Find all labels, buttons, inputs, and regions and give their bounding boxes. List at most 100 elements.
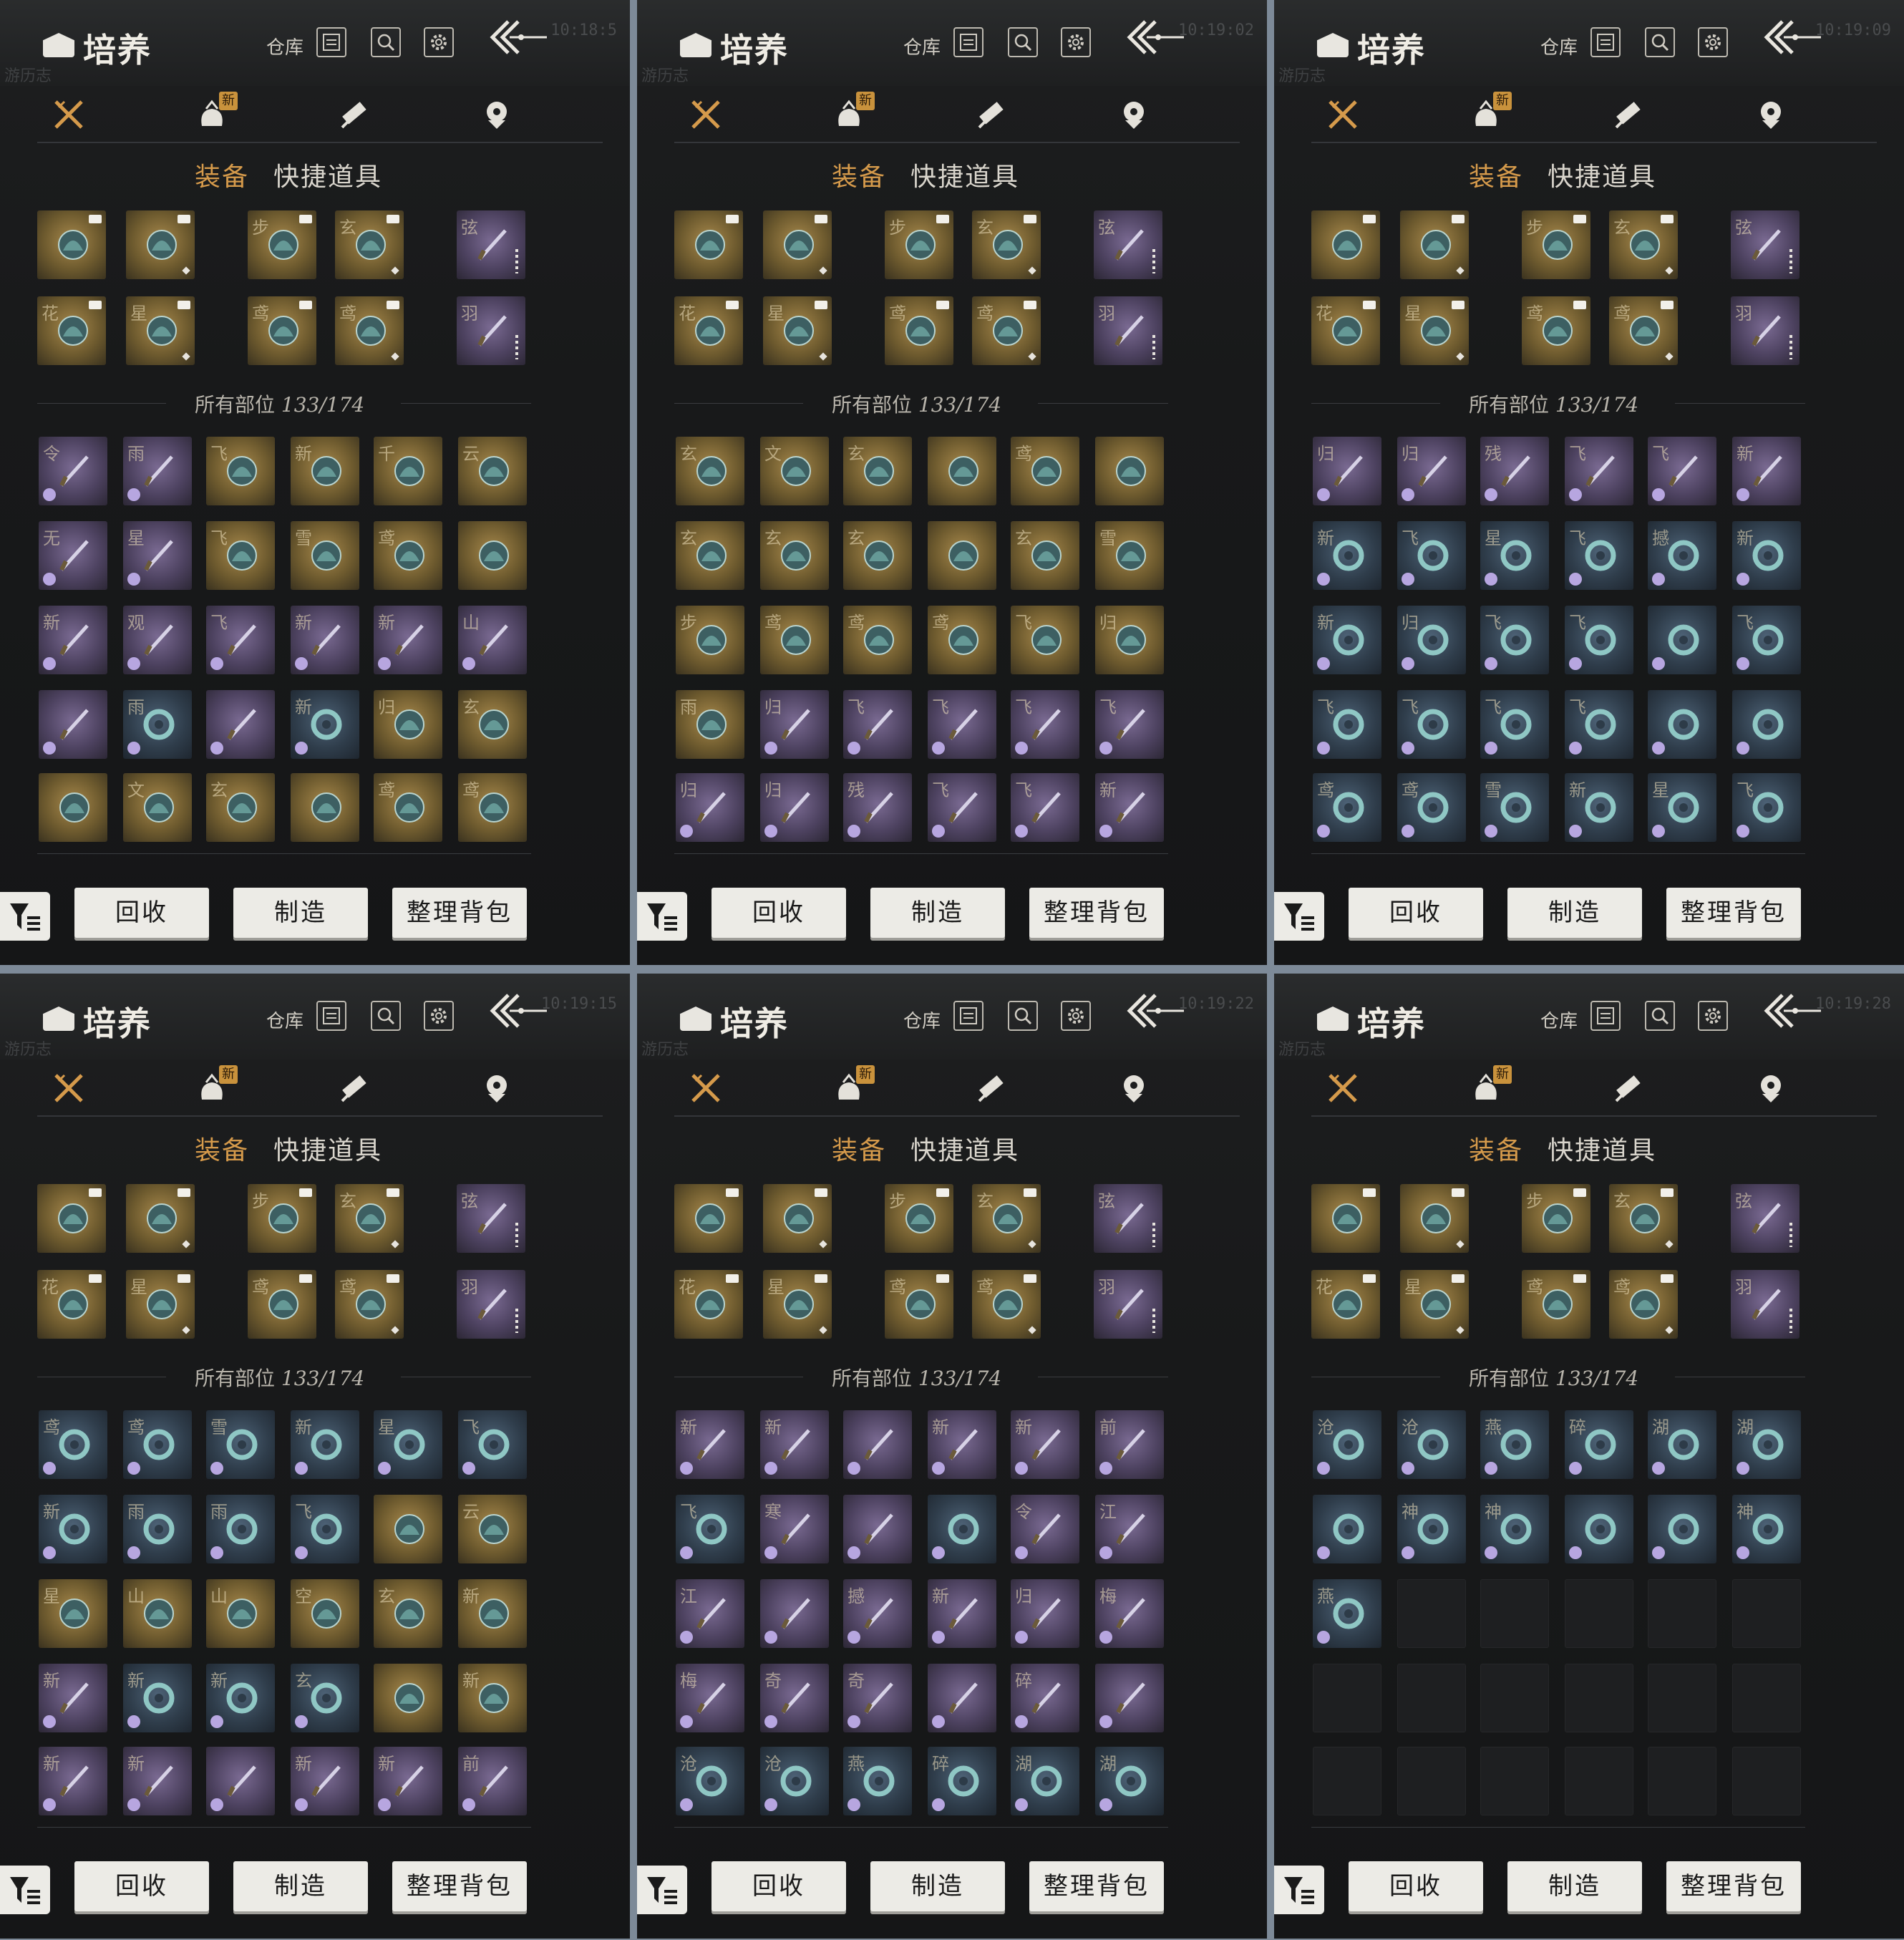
scroll-tab-icon[interactable] xyxy=(969,92,1012,137)
inventory-slot[interactable]: 飞 xyxy=(1397,521,1466,590)
inventory-slot[interactable]: 星 xyxy=(39,1579,107,1648)
inventory-slot[interactable]: 新 xyxy=(39,606,107,674)
equipped-slot[interactable]: 玄 xyxy=(972,210,1041,279)
inventory-slot[interactable]: 鸢 xyxy=(39,1410,107,1479)
inventory-slot[interactable]: 沧 xyxy=(676,1747,744,1815)
recycle-button[interactable]: 回收 xyxy=(711,888,846,938)
inventory-slot[interactable] xyxy=(39,773,107,842)
inventory-slot[interactable]: 新 xyxy=(458,1579,527,1648)
inventory-slot[interactable]: 观 xyxy=(123,606,192,674)
inventory-slot[interactable] xyxy=(1732,690,1801,759)
tab-quick-items[interactable]: 快捷道具 xyxy=(273,156,382,193)
inventory-slot[interactable]: 玄 xyxy=(206,773,275,842)
inventory-slot[interactable] xyxy=(1648,1495,1716,1563)
equipped-slot[interactable]: 步 xyxy=(885,210,953,279)
inventory-slot[interactable]: 残 xyxy=(1480,437,1549,505)
bag-tab-icon[interactable]: 新 xyxy=(190,1065,238,1111)
inventory-slot[interactable]: 新 xyxy=(291,690,359,759)
inventory-slot[interactable]: 江 xyxy=(676,1579,744,1648)
inventory-slot[interactable]: 雪 xyxy=(291,521,359,590)
equipped-slot[interactable]: 弦 xyxy=(1094,1184,1162,1253)
sort-bag-button[interactable]: 整理背包 xyxy=(1666,1861,1801,1911)
inventory-slot[interactable]: 沧 xyxy=(1397,1410,1466,1479)
scroll-tab-icon[interactable] xyxy=(969,1065,1012,1111)
equipped-slot[interactable]: 星 xyxy=(126,296,195,365)
weapon-tab-icon[interactable] xyxy=(1321,92,1364,137)
inventory-slot[interactable]: 归 xyxy=(1397,606,1466,674)
inventory-slot[interactable]: 碎 xyxy=(928,1747,996,1815)
token-tab-icon[interactable] xyxy=(1112,92,1155,137)
inventory-slot[interactable]: 飞 xyxy=(843,690,912,759)
settings-icon[interactable] xyxy=(1698,1001,1728,1031)
inventory-slot[interactable]: 飞 xyxy=(1732,773,1801,842)
inventory-slot[interactable]: 步 xyxy=(676,606,744,674)
equipped-slot[interactable]: 玄 xyxy=(1609,1184,1678,1253)
inventory-slot[interactable]: 新 xyxy=(39,1495,107,1563)
inventory-slot[interactable]: 飞 xyxy=(928,690,996,759)
inventory-slot[interactable]: 雨 xyxy=(206,1495,275,1563)
equipped-slot[interactable]: 鸢 xyxy=(248,1270,316,1339)
back-icon[interactable] xyxy=(1761,17,1822,63)
inventory-slot[interactable]: 玄 xyxy=(374,1579,442,1648)
inventory-slot[interactable]: 文 xyxy=(760,437,829,505)
equipped-slot[interactable]: 花 xyxy=(1311,296,1380,365)
equipped-slot[interactable]: 步 xyxy=(1522,1184,1590,1253)
scroll-tab-icon[interactable] xyxy=(332,92,375,137)
warehouse-label[interactable]: 仓库 xyxy=(1540,1007,1578,1033)
inventory-slot[interactable]: 新 xyxy=(39,1747,107,1815)
inventory-slot[interactable]: 飞 xyxy=(458,1410,527,1479)
inventory-slot[interactable] xyxy=(39,690,107,759)
equipped-slot[interactable]: 鸢 xyxy=(1609,296,1678,365)
inventory-slot[interactable]: 飞 xyxy=(1011,690,1079,759)
inventory-slot[interactable]: 星 xyxy=(1480,521,1549,590)
inventory-slot[interactable]: 碎 xyxy=(1011,1664,1079,1732)
equipped-slot[interactable]: 鸢 xyxy=(1609,1270,1678,1339)
inventory-slot[interactable] xyxy=(928,521,996,590)
craft-button[interactable]: 制造 xyxy=(1507,888,1642,938)
inventory-slot[interactable]: 湖 xyxy=(1095,1747,1164,1815)
inventory-slot[interactable]: 令 xyxy=(1011,1495,1079,1563)
search-icon[interactable] xyxy=(371,27,401,57)
equipped-slot[interactable]: 玄 xyxy=(972,1184,1041,1253)
equipped-slot[interactable]: 弦 xyxy=(1731,1184,1799,1253)
bag-tab-icon[interactable]: 新 xyxy=(190,92,238,137)
inventory-slot[interactable]: 山 xyxy=(458,606,527,674)
token-tab-icon[interactable] xyxy=(475,1065,518,1111)
inventory-slot[interactable]: 文 xyxy=(123,773,192,842)
inventory-slot[interactable]: 飞 xyxy=(1732,606,1801,674)
inventory-slot[interactable]: 前 xyxy=(1095,1410,1164,1479)
inventory-slot[interactable]: 燕 xyxy=(1313,1579,1381,1648)
equipped-slot[interactable]: 鸢 xyxy=(1522,296,1590,365)
equipped-slot[interactable]: 星 xyxy=(1400,296,1469,365)
equipped-slot[interactable] xyxy=(1311,1184,1380,1253)
bag-tab-icon[interactable]: 新 xyxy=(1465,92,1512,137)
equipped-slot[interactable]: 弦 xyxy=(457,210,525,279)
equipped-slot[interactable] xyxy=(1311,210,1380,279)
equipped-slot[interactable]: 步 xyxy=(1522,210,1590,279)
token-tab-icon[interactable] xyxy=(1749,92,1792,137)
inventory-slot[interactable]: 沧 xyxy=(760,1747,829,1815)
inventory-slot[interactable] xyxy=(374,1495,442,1563)
tab-quick-items[interactable]: 快捷道具 xyxy=(1548,156,1656,193)
inventory-slot[interactable]: 玄 xyxy=(760,521,829,590)
tab-equipment[interactable]: 装备 xyxy=(832,1130,886,1167)
inventory-slot[interactable]: 江 xyxy=(1095,1495,1164,1563)
filter-icon[interactable] xyxy=(1274,892,1324,941)
inventory-slot[interactable]: 归 xyxy=(760,690,829,759)
filter-icon[interactable] xyxy=(637,892,687,941)
inventory-slot[interactable]: 鸢 xyxy=(1011,437,1079,505)
inventory-slot[interactable]: 新 xyxy=(1565,773,1633,842)
inventory-slot[interactable]: 撼 xyxy=(1648,521,1716,590)
equipped-slot[interactable]: 羽 xyxy=(1731,296,1799,365)
weapon-tab-icon[interactable] xyxy=(684,1065,727,1111)
warehouse-label[interactable]: 仓库 xyxy=(903,33,941,59)
inventory-slot[interactable]: 飞 xyxy=(1648,437,1716,505)
inventory-slot[interactable]: 残 xyxy=(843,773,912,842)
inventory-slot[interactable]: 雨 xyxy=(123,690,192,759)
warehouse-icon[interactable] xyxy=(953,1001,983,1031)
equipped-slot[interactable]: 弦 xyxy=(1731,210,1799,279)
inventory-slot[interactable]: 奇 xyxy=(843,1664,912,1732)
inventory-slot[interactable]: 归 xyxy=(1313,437,1381,505)
inventory-slot[interactable]: 鸢 xyxy=(374,773,442,842)
warehouse-icon[interactable] xyxy=(316,27,346,57)
